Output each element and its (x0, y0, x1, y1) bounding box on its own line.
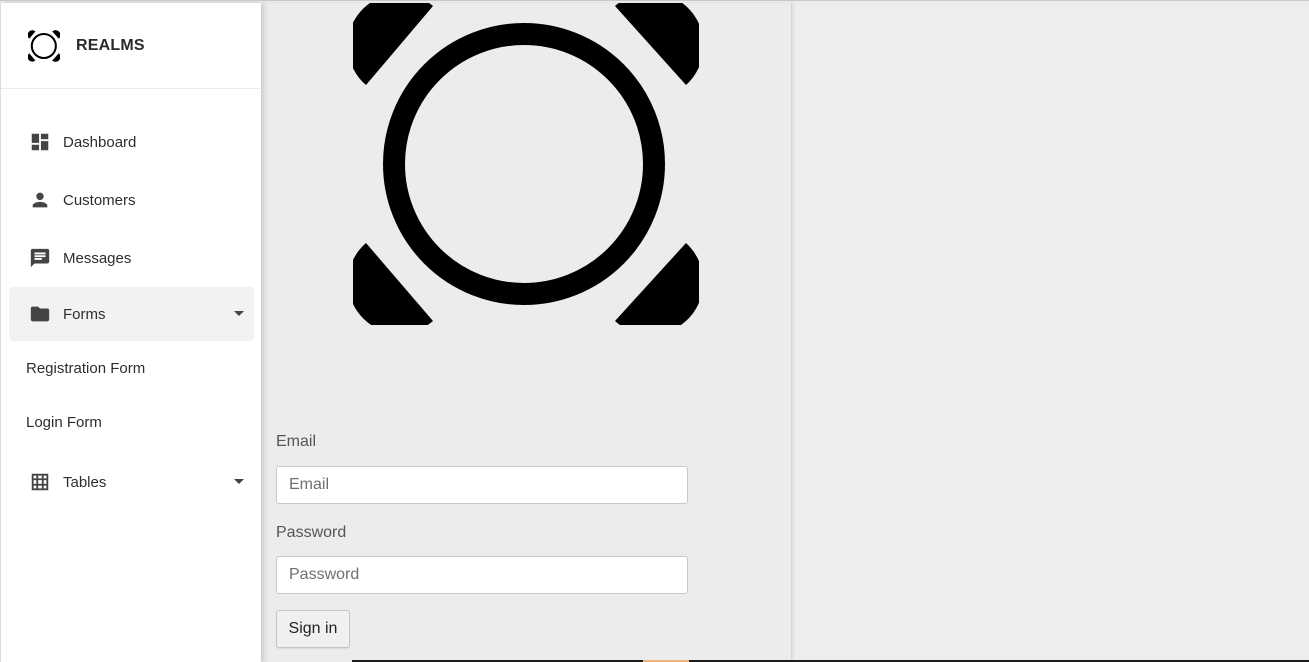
folder-icon (30, 306, 50, 322)
login-panel: Email Password Sign in (261, 3, 792, 662)
sidebar-item-tables[interactable]: Tables (9, 455, 254, 509)
sidebar-item-label: Messages (63, 249, 132, 267)
dashboard-icon (31, 133, 49, 151)
message-icon (30, 248, 50, 268)
sidebar-item-label: Dashboard (63, 133, 137, 151)
email-label: Email (276, 433, 317, 450)
caret-down-icon (234, 311, 244, 316)
email-field[interactable] (276, 466, 688, 504)
password-label: Password (276, 524, 347, 541)
password-field[interactable] (276, 556, 688, 594)
grid-icon (31, 473, 49, 491)
sidebar-item-messages[interactable]: Messages (9, 231, 254, 285)
person-icon (32, 192, 48, 208)
caret-down-icon (234, 479, 244, 484)
sidebar-subitem-registration-form[interactable]: Registration Form (26, 360, 145, 377)
sidebar: REALMS Dashboard Customers Messages Form… (0, 3, 261, 662)
sidebar-item-customers[interactable]: Customers (9, 173, 254, 227)
brand-name: REALMS (76, 36, 145, 54)
realms-logo-icon (353, 3, 699, 325)
sidebar-item-label: Forms (63, 305, 106, 323)
sidebar-item-dashboard[interactable]: Dashboard (9, 115, 254, 169)
brand-header[interactable]: REALMS (1, 3, 261, 89)
realms-logo-icon (28, 29, 60, 62)
sidebar-item-forms[interactable]: Forms (9, 287, 254, 341)
sidebar-item-label: Customers (63, 191, 136, 209)
sidebar-subitem-login-form[interactable]: Login Form (26, 414, 102, 431)
app-window: REALMS Dashboard Customers Messages Form… (0, 0, 1309, 662)
sign-in-button[interactable]: Sign in (276, 610, 350, 648)
sidebar-item-label: Tables (63, 473, 107, 491)
